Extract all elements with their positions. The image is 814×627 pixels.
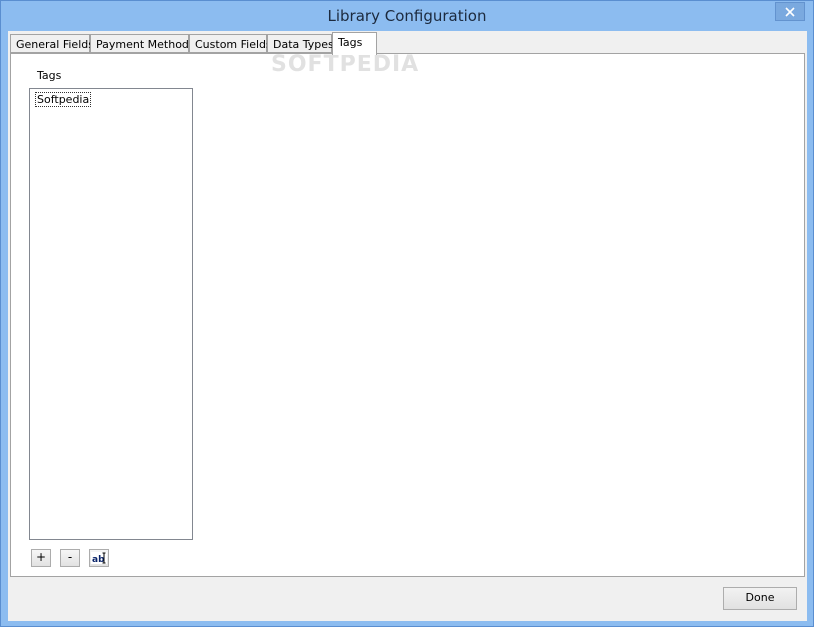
- list-item[interactable]: Softpedia: [35, 92, 92, 107]
- title-bar[interactable]: Library Configuration: [1, 1, 813, 31]
- tab-payment-methods[interactable]: Payment Methods: [90, 34, 195, 53]
- watermark: SOFTPEDIA: [271, 52, 420, 77]
- close-icon: [785, 6, 795, 17]
- tags-label: Tags: [37, 69, 62, 82]
- tags-listbox[interactable]: Softpedia: [29, 88, 193, 540]
- rename-icon: ab: [91, 552, 107, 565]
- library-configuration-window: Library Configuration General Fields Pay…: [0, 0, 814, 627]
- close-button[interactable]: [775, 2, 805, 21]
- client-area: General Fields Payment Methods Custom Fi…: [8, 31, 807, 621]
- done-button[interactable]: Done: [723, 587, 797, 610]
- footer-bar: Done: [8, 578, 807, 621]
- tab-tags[interactable]: Tags: [332, 32, 377, 55]
- tab-general-fields[interactable]: General Fields: [10, 34, 94, 53]
- remove-tag-button[interactable]: -: [60, 549, 80, 567]
- tab-data-types[interactable]: Data Types: [267, 34, 334, 53]
- window-title: Library Configuration: [327, 7, 487, 25]
- tags-tab-panel: SOFTPEDIA Tags Softpedia + - ab: [10, 52, 805, 577]
- tab-custom-fields[interactable]: Custom Fields: [189, 34, 272, 53]
- add-tag-button[interactable]: +: [31, 549, 51, 567]
- rename-tag-button[interactable]: ab: [89, 549, 109, 567]
